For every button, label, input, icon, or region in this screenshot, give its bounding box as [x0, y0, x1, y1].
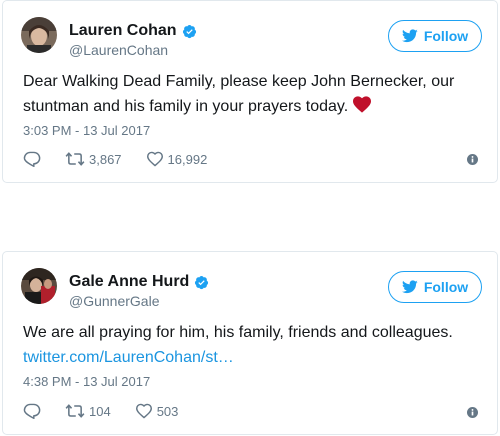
- reply-button[interactable]: [23, 403, 41, 419]
- verified-icon: [182, 24, 196, 38]
- retweet-count: 104: [89, 403, 111, 419]
- retweet-count: 3,867: [89, 151, 122, 167]
- like-count: 16,992: [167, 151, 208, 167]
- tweet-text: We are all praying for him, his family, …: [23, 320, 463, 370]
- handle[interactable]: @LaurenCohan: [69, 42, 168, 58]
- follow-label: Follow: [423, 28, 469, 44]
- verified-icon: [195, 275, 209, 289]
- display-name[interactable]: Gale Anne Hurd: [69, 273, 189, 291]
- timestamp[interactable]: 3:03 PM - 13 Jul 2017: [23, 123, 150, 138]
- follow-button[interactable]: Follow: [388, 20, 482, 52]
- tweet-body: Dear Walking Dead Family, please keep Jo…: [23, 73, 455, 115]
- tweet-link[interactable]: twitter.com/LaurenCohan/st…: [23, 349, 234, 366]
- red-heart-emoji: [353, 96, 372, 113]
- twitter-bird-icon: [401, 280, 418, 294]
- avatar[interactable]: [21, 17, 57, 53]
- tweet-card: Lauren Cohan @LaurenCohan Follow Dear Wa…: [2, 0, 498, 183]
- timestamp[interactable]: 4:38 PM - 13 Jul 2017: [23, 374, 150, 389]
- retweet-icon: [65, 404, 85, 418]
- tweet-actions: 3,867 16,992: [23, 149, 231, 169]
- tweet-body: We are all praying for him, his family, …: [23, 324, 453, 341]
- follow-button[interactable]: Follow: [388, 271, 482, 303]
- like-button[interactable]: 503: [135, 403, 179, 419]
- info-icon[interactable]: [467, 407, 478, 418]
- tweet-card: Gale Anne Hurd @GunnerGale Follow We are…: [2, 251, 498, 435]
- twitter-bird-icon: [401, 29, 418, 43]
- reply-icon: [23, 151, 41, 167]
- info-icon[interactable]: [467, 154, 478, 165]
- retweet-button[interactable]: 104: [65, 403, 111, 419]
- reply-icon: [23, 403, 41, 419]
- like-button[interactable]: 16,992: [146, 151, 208, 167]
- like-count: 503: [156, 403, 179, 419]
- tweet-text: Dear Walking Dead Family, please keep Jo…: [23, 69, 463, 119]
- retweet-button[interactable]: 3,867: [65, 151, 122, 167]
- follow-label: Follow: [423, 279, 469, 295]
- display-name[interactable]: Lauren Cohan: [69, 22, 177, 40]
- handle[interactable]: @GunnerGale: [69, 293, 159, 309]
- tweet-actions: 104 503: [23, 401, 202, 421]
- retweet-icon: [65, 152, 85, 166]
- reply-button[interactable]: [23, 151, 41, 167]
- avatar[interactable]: [21, 268, 57, 304]
- like-icon: [146, 151, 163, 167]
- like-icon: [135, 403, 152, 419]
